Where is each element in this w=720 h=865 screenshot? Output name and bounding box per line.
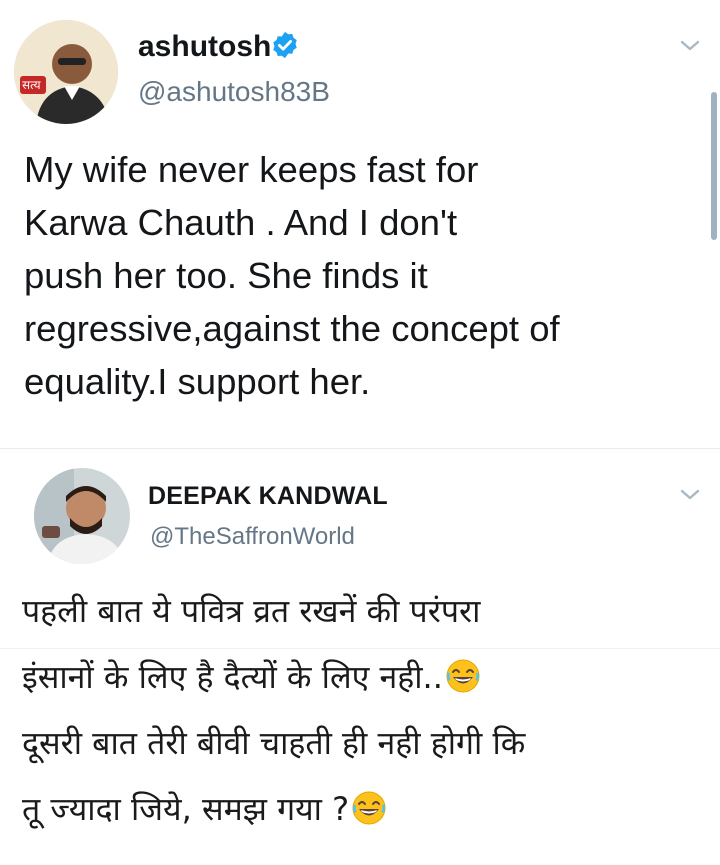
- tweet-text: My wife never keeps fast for Karwa Chaut…: [24, 143, 684, 408]
- tweet-text-line: push her too. She finds it: [24, 255, 428, 296]
- divider: [0, 448, 720, 449]
- tweet-text-line: पहली बात ये पवित्र व्रत रखनें की परंपरा: [22, 592, 481, 630]
- scrollbar[interactable]: [711, 92, 717, 240]
- chevron-down-icon[interactable]: [678, 38, 702, 54]
- avatar-badge: सत्य: [22, 78, 41, 92]
- tweet-text-line: equality.I support her.: [24, 361, 371, 402]
- verified-badge-icon: [270, 30, 300, 60]
- tweet-text-line-with-emoji: इंसानों के लिए है दैत्यों के लिए नही..: [22, 644, 712, 710]
- handle[interactable]: @ashutosh83B: [138, 76, 330, 108]
- tweet-text-line: तू ज्यादा जिये, समझ गया ?: [22, 790, 350, 828]
- screen: सत्य ashutosh @ashutosh83B My wife never…: [0, 0, 720, 865]
- tweet-ashutosh[interactable]: सत्य ashutosh @ashutosh83B My wife never…: [0, 0, 720, 448]
- tweet-text: पहली बात ये पवित्र व्रत रखनें की परंपरा …: [22, 578, 712, 842]
- laughing-emoji-icon: [351, 782, 387, 825]
- tweet-text-line-with-emoji: तू ज्यादा जिये, समझ गया ?: [22, 776, 712, 842]
- tweet-text-line: regressive,against the concept of: [24, 308, 560, 349]
- tweet-text-line: इंसानों के लिए है दैत्यों के लिए नही..: [22, 658, 443, 696]
- avatar[interactable]: [34, 468, 130, 564]
- display-name[interactable]: DEEPAK KANDWAL: [148, 482, 388, 510]
- tweet-text-line: My wife never keeps fast for: [24, 149, 479, 190]
- tweet-text-line: Karwa Chauth . And I don't: [24, 202, 458, 243]
- display-name[interactable]: ashutosh: [138, 30, 271, 64]
- handle[interactable]: @TheSaffronWorld: [150, 523, 355, 551]
- tweet-text-line: दूसरी बात तेरी बीवी चाहती ही नही होगी कि: [22, 724, 526, 762]
- laughing-emoji-icon: [445, 650, 481, 693]
- chevron-down-icon[interactable]: [678, 487, 702, 503]
- avatar[interactable]: सत्य: [14, 20, 118, 124]
